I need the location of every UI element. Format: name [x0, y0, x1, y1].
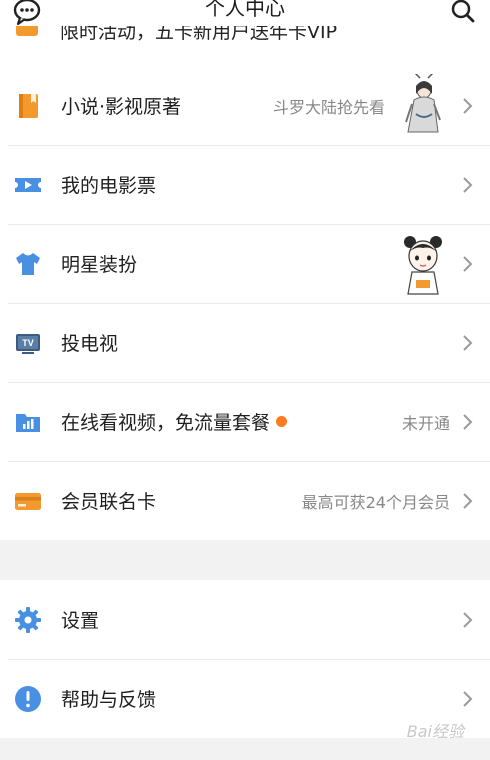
menu-item-label: 帮助与反馈	[61, 689, 157, 711]
menu-item-label: 设置	[61, 610, 100, 632]
menu-item-subtitle: 最高可获24个月会员	[301, 492, 450, 512]
menu-item-star-costume[interactable]: 明星装扮	[0, 224, 490, 303]
promo-icon	[16, 26, 38, 36]
app-header: 个人中心	[0, 0, 490, 26]
chevron-right-icon	[463, 611, 473, 628]
menu-item-label: 在线看视频，免流量套餐	[61, 408, 288, 435]
menu-item-label: 投电视	[61, 333, 119, 355]
menu-item-subtitle: 斗罗大陆抢先看	[272, 97, 385, 117]
menu-list: 小说·影视原著 斗罗大陆抢先看 我的电影票 明星装扮 TV 投电视 在线看视频，…	[0, 66, 490, 540]
chevron-right-icon	[463, 690, 473, 707]
menu-item-movie-ticket[interactable]: 我的电影票	[0, 145, 490, 224]
ticket-icon	[15, 177, 41, 192]
search-icon[interactable]	[450, 0, 476, 24]
menu-item-label: 我的电影票	[61, 175, 157, 197]
promo-row-label: 限时活动，五卡新用户送年卡VIP	[60, 26, 338, 43]
menu-item-label: 明星装扮	[61, 254, 138, 276]
chat-bubble-icon[interactable]	[12, 0, 42, 26]
menu-item-member-card[interactable]: 会员联名卡 最高可获24个月会员	[0, 461, 490, 540]
notification-dot	[276, 416, 288, 427]
chevron-right-icon	[463, 334, 473, 351]
menu-item-novel[interactable]: 小说·影视原著 斗罗大陆抢先看	[0, 66, 490, 145]
chevron-right-icon	[463, 413, 473, 430]
menu-item-settings[interactable]: 设置	[0, 580, 490, 659]
page-title: 个人中心	[205, 0, 285, 20]
chevron-right-icon	[463, 97, 473, 114]
tshirt-icon	[16, 252, 40, 275]
settings-list: 设置 帮助与反馈	[0, 580, 490, 738]
tv-icon: TV	[16, 333, 40, 354]
menu-item-label: 小说·影视原著	[61, 96, 182, 118]
menu-item-label: 会员联名卡	[61, 491, 157, 513]
promo-row-cutoff[interactable]: 限时活动，五卡新用户送年卡VIP	[0, 26, 490, 66]
avatar-thumbnail	[404, 236, 442, 295]
gear-icon	[15, 606, 41, 633]
menu-item-subtitle: 未开通	[401, 413, 450, 433]
chevron-right-icon	[463, 255, 473, 272]
exclamation-icon	[15, 685, 41, 712]
svg-text:TV: TV	[22, 338, 34, 348]
menu-item-cast-tv[interactable]: TV 投电视	[0, 303, 490, 382]
card-icon	[15, 492, 41, 510]
book-icon	[19, 93, 38, 118]
watermark: Bai经验	[406, 722, 464, 741]
chevron-right-icon	[463, 492, 473, 509]
character-thumbnail	[405, 74, 441, 133]
chevron-right-icon	[463, 176, 473, 193]
folder-chart-icon	[16, 413, 40, 432]
menu-item-data-plan[interactable]: 在线看视频，免流量套餐 未开通	[0, 382, 490, 461]
